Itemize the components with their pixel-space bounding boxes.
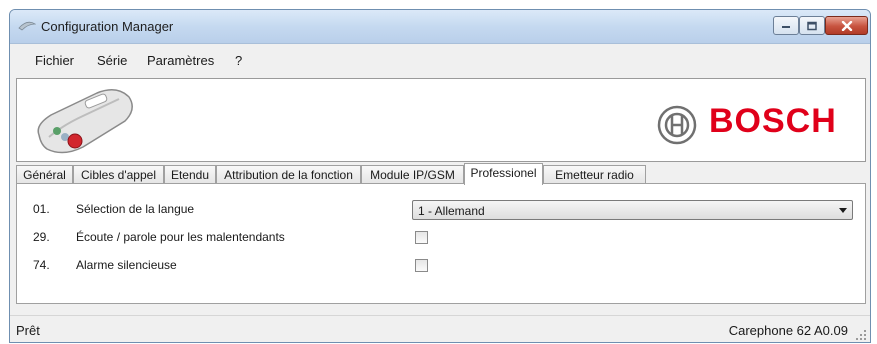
- close-icon: [841, 20, 852, 31]
- app-window: Configuration Manager Fichier Série Para…: [9, 9, 871, 343]
- bosch-brand-text: BOSCH: [709, 102, 837, 140]
- tab-emetteur-radio[interactable]: Emetteur radio: [543, 165, 646, 184]
- maximize-icon: [807, 21, 817, 30]
- window-title: Configuration Manager: [41, 19, 174, 34]
- close-button[interactable]: [825, 16, 868, 35]
- status-bar: Prêt Carephone 62 A0.09: [10, 315, 870, 342]
- language-select[interactable]: 1 - Allemand: [412, 200, 853, 220]
- menu-bar: Fichier Série Paramètres ?: [10, 44, 870, 74]
- setting-number: 29.: [33, 230, 50, 244]
- menu-fichier[interactable]: Fichier: [35, 53, 74, 68]
- menu-help[interactable]: ?: [235, 53, 242, 68]
- setting-number: 74.: [33, 258, 50, 272]
- resize-grip-icon[interactable]: [855, 329, 867, 341]
- setting-label-hearing-impaired: Écoute / parole pour les malentendants: [76, 230, 285, 244]
- tab-module-ip-gsm[interactable]: Module IP/GSM: [361, 165, 464, 184]
- device-version-text: Carephone 62 A0.09: [728, 323, 848, 338]
- language-select-value: 1 - Allemand: [418, 204, 485, 218]
- setting-number: 01.: [33, 202, 50, 216]
- tab-strip: Général Cibles d'appel Etendu Attributio…: [16, 163, 866, 185]
- menu-serie[interactable]: Série: [97, 53, 127, 68]
- status-text: Prêt: [16, 323, 40, 338]
- silent-alarm-checkbox[interactable]: [415, 259, 428, 272]
- carephone-device-image: [37, 89, 133, 154]
- tab-professionel[interactable]: Professionel: [464, 163, 543, 185]
- config-manager-app-icon: [18, 21, 36, 31]
- bosch-armature-logo: [657, 105, 697, 145]
- dropdown-arrow-icon: [839, 208, 847, 213]
- menu-parametres[interactable]: Paramètres: [147, 53, 214, 68]
- setting-label-silent-alarm: Alarme silencieuse: [76, 258, 177, 272]
- title-bar[interactable]: Configuration Manager: [10, 10, 870, 44]
- tab-etendu[interactable]: Etendu: [164, 165, 216, 184]
- professionel-tab-panel: 01. Sélection de la langue 1 - Allemand …: [16, 183, 866, 304]
- maximize-button[interactable]: [799, 16, 825, 35]
- tab-attribution-de-la-fonction[interactable]: Attribution de la fonction: [216, 165, 361, 184]
- tab-cibles-d-appel[interactable]: Cibles d'appel: [73, 165, 164, 184]
- header-banner: BOSCH: [16, 78, 866, 162]
- minimize-button[interactable]: [773, 16, 799, 35]
- minimize-icon: [782, 25, 790, 28]
- hearing-impaired-checkbox[interactable]: [415, 231, 428, 244]
- tab-general[interactable]: Général: [16, 165, 73, 184]
- setting-label-language: Sélection de la langue: [76, 202, 195, 216]
